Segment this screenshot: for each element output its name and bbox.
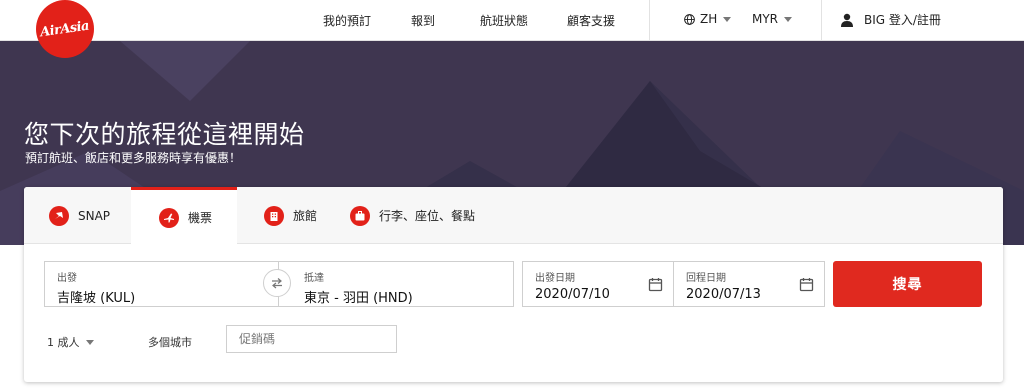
multi-city-link[interactable]: 多個城市 <box>148 334 192 350</box>
logo-text: AirAsia <box>39 18 91 40</box>
language-dropdown[interactable]: ZH <box>684 12 732 26</box>
booking-widget: SNAP 機票 旅館 行李、座位、餐點 出發 吉隆坡 (KUL) 抵達 東京 -… <box>24 187 1003 382</box>
login-button[interactable]: BIG 登入/註冊 <box>840 11 941 28</box>
destination-field[interactable]: 抵達 東京 - 羽田 (HND) <box>278 261 514 307</box>
hero-subtitle: 預訂航班、飯店和更多服務時享有優惠！ <box>25 151 242 165</box>
depart-date-field[interactable]: 出發日期 2020/07/10 <box>522 261 674 307</box>
nav-customer-support[interactable]: 顧客支援 <box>567 12 615 29</box>
origin-label: 出發 <box>57 273 77 284</box>
origin-field[interactable]: 出發 吉隆坡 (KUL) <box>44 261 279 307</box>
depart-date-value: 2020/07/10 <box>535 287 610 302</box>
globe-icon <box>684 13 695 25</box>
plane-icon <box>159 207 179 228</box>
search-button[interactable]: 搜尋 <box>833 261 982 307</box>
nav-my-booking[interactable]: 我的預訂 <box>323 12 371 29</box>
calendar-icon <box>799 278 814 292</box>
tab-hotels[interactable]: 旅館 <box>237 187 331 244</box>
chevron-down-icon <box>85 339 94 345</box>
top-navigation: AirAsia 我的預訂 報到 航班狀態 顧客支援 ZH MYR BIG 登入/… <box>0 0 1024 58</box>
airasia-logo[interactable]: AirAsia <box>36 0 94 58</box>
depart-date-label: 出發日期 <box>535 273 575 284</box>
destination-value: 東京 - 羽田 (HND) <box>304 291 413 306</box>
swap-button[interactable] <box>263 269 291 297</box>
return-date-label: 回程日期 <box>686 273 726 284</box>
destination-label: 抵達 <box>304 273 324 284</box>
tab-label: SNAP <box>78 208 111 223</box>
luggage-icon <box>350 205 370 226</box>
calendar-icon <box>648 278 663 292</box>
return-date-value: 2020/07/13 <box>686 287 761 302</box>
tab-label: 旅館 <box>293 209 318 223</box>
booking-tabs: SNAP 機票 旅館 行李、座位、餐點 <box>24 187 1003 245</box>
chevron-down-icon <box>723 16 732 22</box>
person-icon <box>841 13 853 27</box>
nav-check-in[interactable]: 報到 <box>411 12 435 29</box>
currency-value: MYR <box>752 12 779 26</box>
hotel-icon <box>264 205 284 226</box>
snap-icon <box>49 205 69 226</box>
return-date-field[interactable]: 回程日期 2020/07/13 <box>673 261 825 307</box>
nav-divider <box>649 0 650 41</box>
tab-add-ons[interactable]: 行李、座位、餐點 <box>331 187 511 244</box>
tab-label: 行李、座位、餐點 <box>379 209 476 223</box>
passenger-selector[interactable]: 1 成人 <box>47 334 94 350</box>
tab-label: 機票 <box>188 211 213 225</box>
nav-flight-status[interactable]: 航班狀態 <box>480 12 528 29</box>
nav-divider <box>821 0 822 41</box>
tab-flights[interactable]: 機票 <box>131 187 237 245</box>
tab-snap[interactable]: SNAP <box>24 187 131 244</box>
language-value: ZH <box>700 12 718 26</box>
login-label: BIG 登入/註冊 <box>864 13 941 27</box>
promo-code-input[interactable] <box>226 325 397 353</box>
origin-value: 吉隆坡 (KUL) <box>57 291 136 306</box>
passenger-value: 1 成人 <box>47 336 80 349</box>
chevron-down-icon <box>784 16 793 22</box>
hero-title: 您下次的旅程從這裡開始 <box>24 120 305 149</box>
swap-arrows-icon <box>272 278 282 289</box>
currency-dropdown[interactable]: MYR <box>752 12 793 26</box>
